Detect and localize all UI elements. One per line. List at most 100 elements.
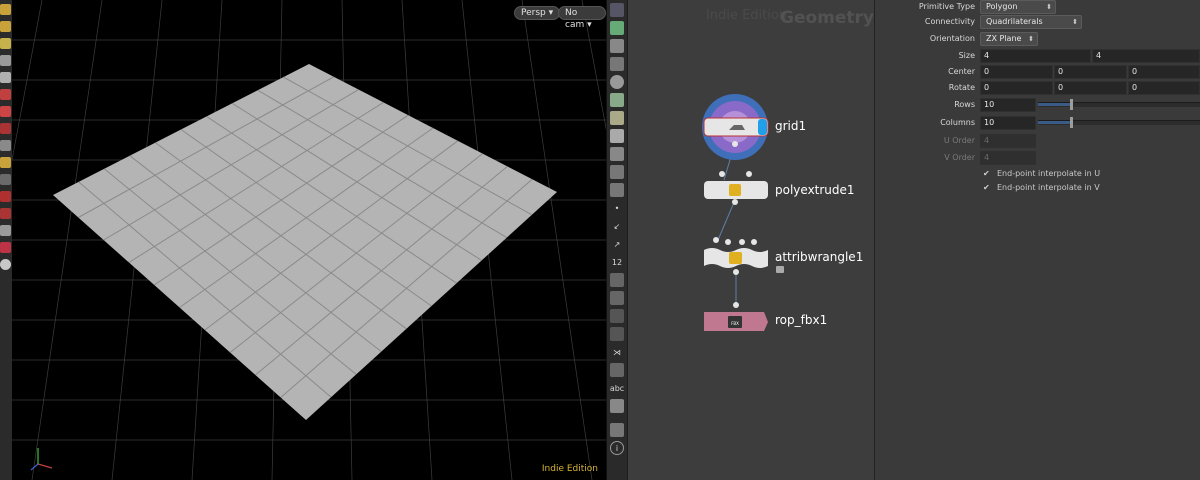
prim-icon[interactable] [610, 273, 624, 287]
param-interp-v[interactable]: ✔ End-point interpolate in V [875, 181, 1200, 197]
node-grid1[interactable] [702, 94, 769, 160]
bbox-icon[interactable] [610, 309, 624, 323]
info-icon[interactable]: i [610, 441, 624, 455]
viewport-canvas[interactable] [12, 0, 606, 480]
square-icon[interactable] [610, 363, 624, 377]
points-icon[interactable] [610, 183, 624, 197]
lighting-icon[interactable] [610, 423, 624, 437]
wrangle-output-port[interactable] [733, 269, 739, 275]
wrangle-input-port-2[interactable] [725, 239, 731, 245]
node-label-rop_fbx1[interactable]: rop_fbx1 [775, 313, 827, 327]
ghost-icon[interactable] [610, 21, 624, 35]
lock-icon[interactable] [0, 72, 11, 83]
columns-slider[interactable] [1038, 117, 1200, 128]
columns-label: Columns [940, 118, 975, 127]
grid1-output-port[interactable] [732, 141, 738, 147]
edge-icon[interactable]: ↗ [610, 237, 624, 251]
light-icon[interactable] [0, 242, 11, 253]
rows-slider-handle[interactable] [1070, 99, 1074, 110]
center-z-field[interactable]: 0 [1128, 65, 1200, 79]
lasso-icon[interactable] [0, 38, 11, 49]
grid-display-icon[interactable] [610, 147, 624, 161]
background-image-icon[interactable] [610, 399, 624, 413]
node-label-attribwrangle1[interactable]: attribwrangle1 [775, 250, 863, 264]
move-icon[interactable] [0, 89, 11, 100]
rows-label: Rows [954, 100, 975, 109]
rotate-x-field[interactable]: 0 [980, 81, 1053, 95]
brush-icon[interactable] [0, 21, 11, 32]
polyextrude1-input-port[interactable] [719, 171, 725, 177]
columns-field[interactable]: 10 [980, 116, 1036, 130]
wireframe-icon[interactable] [610, 129, 624, 143]
interp-u-checkbox[interactable]: ✔ [983, 169, 990, 178]
node-rop_fbx1[interactable]: FBX [704, 302, 768, 331]
network-editor[interactable]: Indie Edition Geometry FBX grid1 polyext… [628, 0, 875, 480]
snap-grid-icon[interactable] [610, 327, 624, 341]
wrangle-lock-icon [776, 266, 784, 273]
view-icon[interactable] [0, 174, 11, 185]
handle-icon[interactable] [0, 140, 11, 151]
number-label: 12 [611, 257, 623, 267]
pivot-icon[interactable]: ⋊ [610, 345, 624, 359]
polyextrude1-input-port-2[interactable] [746, 171, 752, 177]
connectivity-menu[interactable]: Quadrilaterals ⬍ [980, 15, 1082, 29]
vector-icon[interactable]: ↙ [610, 219, 624, 233]
point-dot-icon[interactable]: • [610, 201, 624, 215]
center-x-field[interactable]: 0 [980, 65, 1053, 79]
snap-icon[interactable] [0, 208, 11, 219]
grid1-display-flag[interactable] [758, 119, 767, 135]
light-bulb-icon[interactable] [610, 93, 624, 107]
camera-menu-button[interactable]: Persp ▾ [514, 6, 561, 20]
headlight-icon[interactable] [610, 111, 624, 125]
node-label-grid1[interactable]: grid1 [775, 119, 806, 133]
param-rotate: Rotate 0 0 0 [875, 81, 1200, 97]
grid-object[interactable] [53, 64, 557, 420]
rotate-y-field[interactable]: 0 [1054, 81, 1127, 95]
param-size: Size 4 4 [875, 49, 1200, 65]
rotate-icon[interactable] [0, 106, 11, 117]
magnet-icon[interactable] [0, 191, 11, 202]
camera-icon[interactable] [0, 225, 11, 236]
vertex-icon[interactable] [610, 291, 624, 305]
number-icon[interactable]: 12 [610, 255, 624, 269]
size-x-field[interactable]: 4 [980, 49, 1091, 63]
center-y-field[interactable]: 0 [1054, 65, 1127, 79]
size-y-field[interactable]: 4 [1092, 49, 1200, 63]
no-cam-menu-button[interactable]: No cam ▾ [558, 6, 606, 30]
normals-icon[interactable] [610, 165, 624, 179]
houdini-window: Persp ▾ No cam ▾ Indie Edition • ↙ ↗ 12 … [0, 0, 1200, 480]
wrangle-input-port-1[interactable] [713, 237, 719, 243]
rotate-z-field[interactable]: 0 [1128, 81, 1200, 95]
node-attribwrangle1[interactable] [704, 237, 784, 275]
select-icon[interactable] [0, 4, 11, 15]
chevron-updown-icon: ⬍ [1072, 18, 1078, 26]
chevron-updown-icon: ⬍ [1028, 35, 1034, 43]
columns-slider-handle[interactable] [1070, 117, 1074, 128]
interp-v-checkbox[interactable]: ✔ [983, 183, 990, 192]
primitive-type-value: Polygon [986, 2, 1018, 11]
scene-viewport[interactable]: Persp ▾ No cam ▾ Indie Edition [12, 0, 606, 480]
orientation-menu[interactable]: ZX Plane ⬍ [980, 32, 1038, 46]
size-label: Size [958, 51, 975, 60]
rows-slider[interactable] [1038, 99, 1200, 110]
node-label-polyextrude1[interactable]: polyextrude1 [775, 183, 855, 197]
arrow-icon[interactable] [0, 55, 11, 66]
network-canvas[interactable]: FBX [628, 0, 875, 480]
wrangle-input-port-4[interactable] [751, 239, 757, 245]
node-polyextrude1[interactable] [704, 171, 768, 205]
grid-surface[interactable] [53, 64, 557, 420]
abc-icon[interactable]: abc [610, 381, 624, 395]
scale-icon[interactable] [0, 123, 11, 134]
primitive-type-menu[interactable]: Polygon ⬍ [980, 0, 1056, 14]
pose-icon[interactable] [0, 157, 11, 168]
rows-field[interactable]: 10 [980, 98, 1036, 112]
cam-icon[interactable] [610, 57, 624, 71]
lock-camera-icon[interactable] [610, 39, 624, 53]
rop-input-port[interactable] [733, 302, 739, 308]
polyextrude1-output-port[interactable] [732, 199, 738, 205]
polyextrude-node-icon [729, 184, 741, 196]
display-options-icon[interactable] [610, 3, 624, 17]
sphere-icon[interactable] [0, 259, 11, 270]
wrangle-input-port-3[interactable] [739, 239, 745, 245]
shading-icon[interactable] [610, 75, 624, 89]
